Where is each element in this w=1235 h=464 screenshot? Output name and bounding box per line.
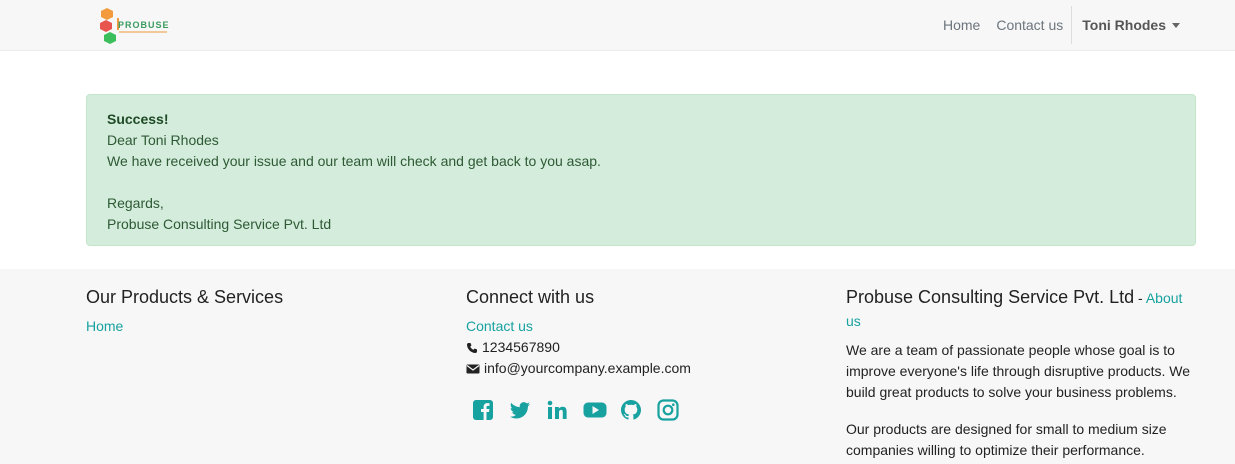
instagram-icon[interactable] — [657, 399, 679, 421]
footer-home-link[interactable]: Home — [86, 316, 446, 337]
email-address: info@yourcompany.example.com — [484, 360, 691, 376]
about-heading: Probuse Consulting Service Pvt. Ltd - Ab… — [846, 286, 1196, 332]
footer-contact-link[interactable]: Contact us — [466, 316, 826, 337]
footer-connect-column: Connect with us Contact us 1234567890 in… — [466, 286, 826, 421]
navbar: PROBUSE Home Contact us Toni Rhodes — [0, 0, 1235, 51]
envelope-icon — [466, 364, 480, 373]
products-heading: Our Products & Services — [86, 287, 284, 307]
svg-text:PROBUSE: PROBUSE — [118, 20, 170, 30]
phone-number: 1234567890 — [482, 339, 560, 355]
youtube-icon[interactable] — [583, 399, 607, 421]
caret-down-icon — [1172, 23, 1180, 28]
linkedin-icon[interactable] — [546, 399, 568, 421]
alert-greeting: Dear Toni Rhodes — [107, 132, 219, 148]
brand-logo[interactable]: PROBUSE — [97, 6, 171, 46]
alert-regards: Regards, — [107, 195, 164, 211]
footer-products-column: Our Products & Services Home — [86, 286, 446, 337]
about-paragraph-1: We are a team of passionate people whose… — [846, 342, 1191, 400]
nav-home-link[interactable]: Home — [935, 0, 988, 50]
alert-title: Success! — [107, 111, 169, 127]
email-line: info@yourcompany.example.com — [466, 358, 826, 379]
phone-line: 1234567890 — [466, 337, 826, 358]
about-company-name: Probuse Consulting Service Pvt. Ltd — [846, 287, 1135, 307]
success-alert: Success! Dear Toni Rhodes We have receiv… — [86, 94, 1196, 246]
facebook-icon[interactable] — [472, 399, 494, 421]
nav-divider — [1071, 6, 1073, 44]
nav-contact-link[interactable]: Contact us — [988, 0, 1071, 50]
user-menu-dropdown[interactable]: Toni Rhodes — [1074, 0, 1188, 50]
connect-heading: Connect with us — [466, 287, 595, 307]
alert-spacer — [107, 172, 1175, 193]
github-icon[interactable] — [620, 399, 642, 421]
alert-company: Probuse Consulting Service Pvt. Ltd — [107, 216, 332, 232]
alert-message: We have received your issue and our team… — [107, 153, 601, 169]
about-separator: - — [1134, 290, 1146, 306]
about-paragraph-2: Our products are designed for small to m… — [846, 421, 1167, 458]
user-name: Toni Rhodes — [1082, 17, 1166, 33]
phone-icon — [467, 342, 477, 353]
twitter-icon[interactable] — [509, 399, 531, 421]
nav-links: Home Contact us Toni Rhodes — [935, 0, 1188, 50]
footer-about-column: Probuse Consulting Service Pvt. Ltd - Ab… — [846, 286, 1196, 461]
footer: Our Products & Services Home Connect wit… — [0, 269, 1235, 464]
social-links — [472, 399, 826, 421]
